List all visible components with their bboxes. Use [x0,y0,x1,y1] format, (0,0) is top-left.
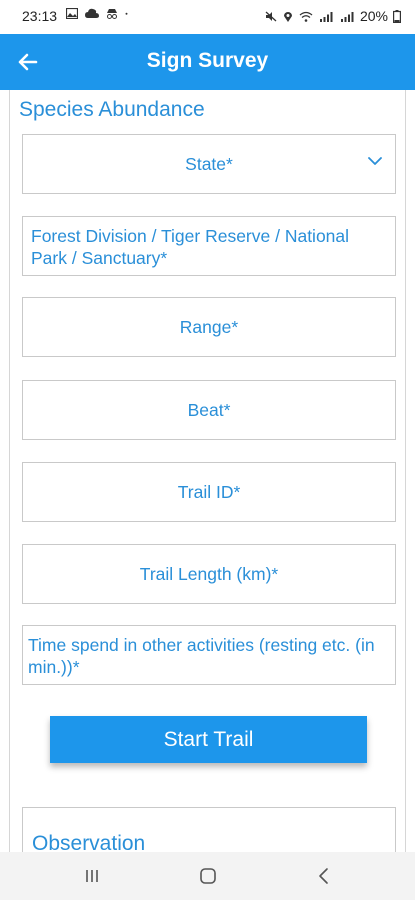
chevron-down-icon [368,157,382,165]
beat-field[interactable]: Beat* [22,380,396,440]
forest-division-label: Forest Division / Tiger Reserve / Nation… [31,226,350,268]
signal-icon [319,11,333,22]
forest-division-field[interactable]: Forest Division / Tiger Reserve / Nation… [22,216,396,276]
form-container: Species Abundance State* Forest Division… [9,90,406,852]
app-bar: Sign Survey [0,34,415,90]
battery-percent: 20% [359,8,388,24]
state-dropdown-label: State* [185,153,233,174]
status-left-icons [66,8,131,19]
cloud-icon [85,8,99,18]
status-right-icons: 20% [265,8,401,24]
location-icon [283,11,292,22]
start-trail-button[interactable]: Start Trail [50,716,367,763]
back-nav-icon[interactable] [313,866,335,886]
state-dropdown[interactable]: State* [22,134,396,194]
trail-length-field[interactable]: Trail Length (km)* [22,544,396,604]
observation-card: Observation [22,807,396,852]
battery-icon [393,9,401,23]
time-spend-field[interactable]: Time spend in other activities (resting … [22,625,396,685]
home-icon[interactable] [197,866,219,886]
status-bar: 23:13 20% [0,0,415,34]
trail-id-field[interactable]: Trail ID* [22,462,396,522]
trail-id-label: Trail ID* [177,481,241,502]
page-title: Sign Survey [146,49,269,72]
wifi-icon [299,11,313,22]
signal-icon [340,11,354,22]
beat-label: Beat* [187,399,231,420]
incognito-icon [107,9,117,19]
image-icon [66,8,78,19]
trail-length-label: Trail Length (km)* [139,563,279,584]
range-label: Range* [179,316,239,337]
range-field[interactable]: Range* [22,297,396,357]
section-title-species-abundance: Species Abundance [19,98,205,121]
status-time: 23:13 [22,8,58,24]
dot-icon [125,12,128,15]
recent-apps-icon[interactable] [81,866,103,886]
mute-icon [265,11,277,21]
time-spend-label: Time spend in other activities (resting … [28,635,375,677]
system-nav-bar [0,852,415,900]
observation-title: Observation [32,832,146,852]
